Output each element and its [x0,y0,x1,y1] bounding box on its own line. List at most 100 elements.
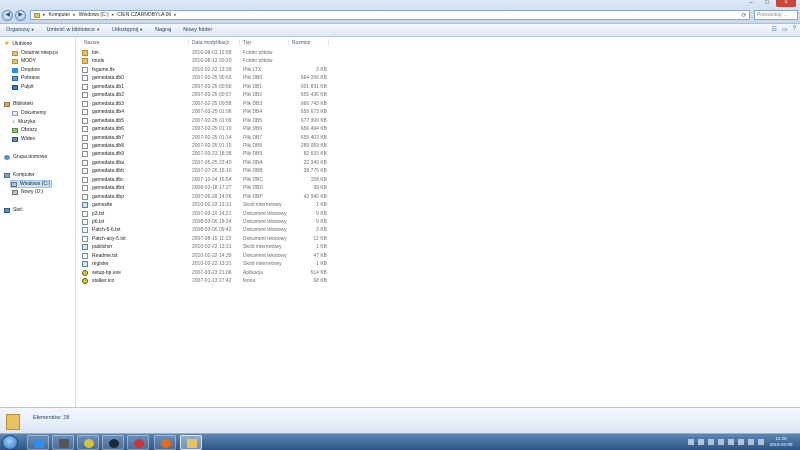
file-row[interactable]: p6.txt 2008-03-06 18:24 Dokument tekstowy 0… [82,218,327,226]
tray-icon[interactable] [748,439,754,445]
file-row[interactable]: gamesite 2010-02-22 13:31 Skrót internetow… [82,201,327,209]
taskbar-dropbox[interactable] [27,435,49,450]
file-row[interactable]: gamedata.dba 2007-05-25 23:40 Plik DBA 22 3… [82,159,327,167]
file-row[interactable]: gamedata.dbp 2007-06-28 14:26 Plik DBP 42 9… [82,193,327,201]
file-row[interactable]: gamedata.dbd 2008-03-18 17:27 Plik DBD 99 K… [82,184,327,192]
nav-recent-places[interactable]: Ostatnie miejsca [12,50,58,56]
column-divider[interactable] [288,39,289,46]
nav-dropbox[interactable]: Dropbox [12,67,40,73]
taskbar-stalker[interactable] [77,435,99,450]
taskbar-explorer[interactable] [180,435,202,450]
nav-computer[interactable]: Komputer [4,172,35,178]
text-icon [82,235,88,242]
nav-desktop[interactable]: Pulpit [12,84,34,90]
nav-homegroup[interactable]: Grupa domowa [4,154,47,160]
file-row[interactable]: setup-bp.exe 2007-03-23 21:06 Aplikacja 514… [82,269,327,277]
view-options-icon[interactable]: ☷ [772,26,777,33]
file-row[interactable]: mods 2016-08-12 20:20 Folder plików [82,57,327,65]
column-header-date[interactable]: Data modyfikacji [192,40,229,46]
breadcrumb-computer[interactable]: Komputer [49,12,71,18]
file-row[interactable]: gamedata.db0 2007-02-25 00:55 Plik DB0 664 … [82,74,327,82]
file-type: Plik DB9 [243,151,263,158]
homegroup-icon [4,154,10,160]
tray-icon[interactable] [718,439,724,445]
file-type: Dokument tekstowy [243,252,287,259]
nav-drive-c[interactable]: Windows (C:) [10,180,52,188]
file-row[interactable]: gamedata.db8 2007-02-25 01:15 Plik DB8 289 … [82,142,327,150]
file-row[interactable]: gamedata.dbb 2007-07-26 15:10 Plik DBB 38 7… [82,167,327,175]
file-row[interactable]: gamedata.db6 2007-02-25 01:10 Plik DB6 656 … [82,125,327,133]
tray-icon[interactable] [698,439,704,445]
file-row[interactable]: gamedata.db3 2007-02-25 00:58 Plik DB3 666 … [82,100,327,108]
new-folder-button[interactable]: Nowy folder [183,27,212,33]
drive-icon [12,189,18,195]
file-row[interactable]: fsgame.ltx 2010-02-22 13:39 Plik LTX 2 KB [82,66,327,74]
file-row[interactable]: Patch-5-6.txt 2008-03-06 09:42 Dokument te… [82,226,327,234]
nav-libraries[interactable]: Biblioteki [4,101,33,107]
taskbar-firefox[interactable] [154,435,176,450]
help-icon[interactable]: ? [793,26,796,33]
file-row[interactable]: gamedata.db9 2007-03-23 18:38 Plik DB9 82 6… [82,150,327,158]
column-header-type[interactable]: Typ [243,40,251,46]
nav-drive-d[interactable]: Nowy (D:) [12,189,43,195]
start-button[interactable] [2,435,18,450]
column-header-size[interactable]: Rozmiar [292,40,311,46]
file-row[interactable]: gamedata.db4 2007-02-25 01:06 Plik DB4 659 … [82,108,327,116]
nav-music[interactable]: ♪ Muzyka [12,119,35,126]
search-input[interactable]: Przeszukaj: ... [754,10,798,20]
nav-documents[interactable]: Dokumenty [12,110,46,116]
include-library-button[interactable]: Umieść w bibliotece▼ [47,27,101,33]
nav-favorites[interactable]: ★ Ulubione [4,41,32,48]
taskbar-steam[interactable] [102,435,124,450]
chevron-right-icon: ▸ [174,12,177,18]
column-divider[interactable] [188,39,189,46]
nav-label: Windows (C:) [20,181,51,187]
organize-button[interactable]: Organizuj▼ [6,27,35,33]
forward-button[interactable]: ▶ [15,10,26,21]
file-row[interactable]: gamedata.db5 2007-02-25 01:09 Plik DB5 677 … [82,117,327,125]
file-type: Plik DB2 [243,92,263,99]
nav-downloads[interactable]: Pobrane [12,75,40,81]
column-divider[interactable] [239,39,240,46]
file-row[interactable]: bin 2016-08-03 12:58 Folder plików [82,49,327,57]
minimize-button[interactable]: – [744,0,758,7]
nav-mody[interactable]: MODY [12,58,36,64]
file-row[interactable]: gamedata.dbc 2007-10-24 16:54 Plik DBC 158 … [82,176,327,184]
file-row[interactable]: stalker.ico 2007-01-13 17:42 Ikona 68 KB [82,277,327,285]
close-button[interactable]: × [776,0,796,7]
file-row[interactable]: p3.txt 2007-03-10 14:21 Dokument tekstowy 0… [82,210,327,218]
taskbar-app-2[interactable] [127,435,149,450]
file-row[interactable]: gamedata.db1 2007-02-25 00:56 Plik DB1 601 … [82,83,327,91]
recent-places-icon [12,50,18,56]
preview-pane-icon[interactable]: ▭ [782,26,788,33]
file-row[interactable]: gamedata.db7 2007-02-25 01:14 Plik DB7 655 … [82,134,327,142]
file-row[interactable]: gamedata.db2 2007-02-25 00:57 Plik DB2 655 … [82,91,327,99]
tray-icon[interactable] [738,439,744,445]
file-type: Plik DB7 [243,134,263,141]
nav-pictures[interactable]: Obrazy [12,127,37,133]
back-button[interactable]: ◀ [2,10,13,21]
clock[interactable]: 11:20 2016-03-09 [765,436,797,448]
volume-icon[interactable] [758,439,764,445]
breadcrumb-folder[interactable]: CIEŃ CZARNOBYLA 06 [117,12,171,18]
tray-icon[interactable] [728,439,734,445]
maximize-button[interactable]: □ [760,0,774,7]
file-row[interactable]: register 2010-02-22 13:31 Skrót internetow… [82,260,327,268]
share-button[interactable]: Udostępnij▼ [112,27,143,33]
burn-button[interactable]: Nagraj [155,27,171,33]
file-date: 2007-02-25 01:14 [192,134,232,141]
file-name: register [92,261,109,268]
file-row[interactable]: Readme.txt 2010-02-22 14:39 Dokument tekst… [82,252,327,260]
nav-network[interactable]: Sieć [4,207,23,213]
nav-videos[interactable]: Wideo [12,136,35,142]
column-header-name[interactable]: Nazwa [84,40,99,46]
refresh-icon[interactable]: ⟳ [739,12,749,19]
tray-icon[interactable] [708,439,714,445]
column-divider[interactable] [328,39,329,46]
taskbar-app-1[interactable] [52,435,74,450]
tray-icon[interactable] [688,439,694,445]
address-bar[interactable]: ▸ Komputer ▸ Windows (C:) ▸ CIEŃ CZARNOB… [30,10,750,20]
breadcrumb-drive[interactable]: Windows (C:) [79,12,109,18]
file-row[interactable]: Patch-any-5.txt 2007-08-15 11:23 Dokument … [82,235,327,243]
file-row[interactable]: publisher 2010-02-22 13:31 Skrót interneto… [82,243,327,251]
